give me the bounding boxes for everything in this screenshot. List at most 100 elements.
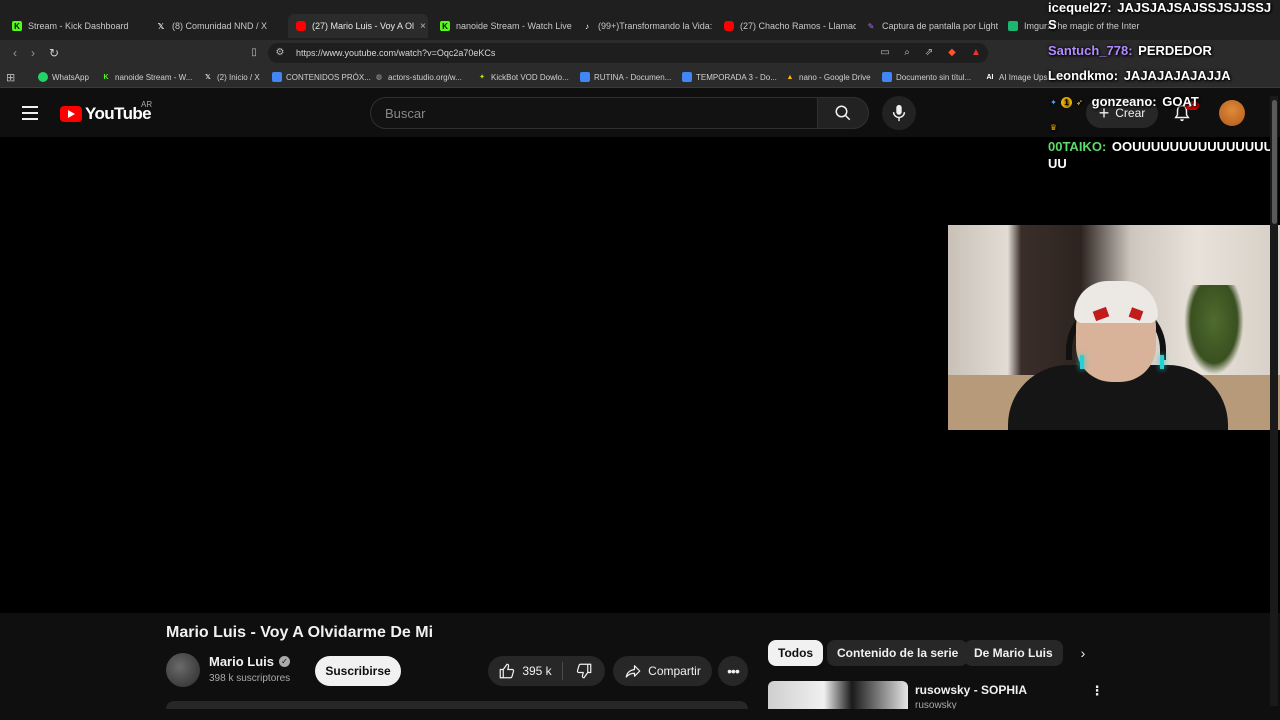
browser-tab[interactable]: K nanoide Stream - Watch Live o [432, 14, 572, 38]
account-avatar[interactable] [1219, 100, 1245, 126]
scrollbar-thumb[interactable] [1272, 100, 1277, 224]
subscriber-count: 398 k suscriptores [209, 673, 291, 684]
forward-icon[interactable]: › [26, 46, 40, 60]
tiktok-icon: ♪ [585, 21, 589, 31]
more-actions-button[interactable]: ••• [718, 656, 748, 686]
medal-badge-icon: 1 [1061, 97, 1072, 109]
like-button[interactable]: 395 k [488, 656, 562, 686]
browser-tab[interactable]: 𝕏 (8) Comunidad NND / X [148, 14, 286, 38]
menu-icon[interactable] [22, 106, 38, 120]
bookmark-item[interactable]: WhatsApp [38, 70, 89, 84]
bookmark-item[interactable]: 𝕏 (2) Inicio / X [203, 70, 260, 84]
imgur-icon [1008, 21, 1018, 31]
x-icon: 𝕏 [205, 74, 211, 81]
chat-username: Leondkmo [1048, 68, 1114, 83]
tab-label: nanoide Stream - Watch Live o [456, 21, 572, 31]
voice-search-button[interactable] [882, 96, 916, 130]
chip-from-channel[interactable]: De Mario Luis [964, 640, 1063, 666]
bottom-strip [0, 709, 1280, 720]
dislike-button[interactable] [563, 656, 605, 686]
bookmark-label: CONTENIDOS PRÓX... [286, 72, 371, 82]
recommendation-title[interactable]: rusowsky - SOPHIA [915, 683, 1027, 697]
recommendation-thumbnail[interactable] [768, 681, 908, 711]
browser-tab-active[interactable]: (27) Mario Luis - Voy A Ol × [288, 14, 428, 38]
channel-name-row[interactable]: Mario Luis ✓ [209, 654, 291, 669]
sword-badge-icon: ✦ [1050, 98, 1057, 108]
bookmark-item[interactable]: ◍ actors-studio.org/w... [374, 70, 462, 84]
browser-tab[interactable]: ♪ (99+)Transformando la Vida: R [574, 14, 712, 38]
share-page-icon[interactable]: ⇗ [923, 46, 935, 58]
browser-tab[interactable]: K Stream - Kick Dashboard [4, 14, 144, 38]
bookmark-icon[interactable]: ▯ [248, 46, 260, 58]
webcam-overlay [948, 225, 1280, 430]
zoom-icon[interactable]: ⌕ [901, 46, 913, 58]
bookmark-item[interactable]: K nanoide Stream - W... [101, 70, 192, 84]
browser-tab[interactable]: ✎ Captura de pantalla por Light [858, 14, 998, 38]
tab-label: (27) Mario Luis - Voy A Ol [312, 21, 415, 31]
description-box[interactable] [166, 701, 748, 709]
apps-icon[interactable]: ⊞ [6, 70, 15, 84]
bookmark-item[interactable]: ✦ KickBot VOD Dowlo... [477, 70, 569, 84]
browser-tab[interactable]: (27) Chacho Ramos - Llamada [716, 14, 856, 38]
like-count: 395 k [522, 664, 552, 678]
chat-message: S [1048, 17, 1057, 32]
more-horizontal-icon: ••• [727, 663, 740, 679]
chat-badges: ✦ 1 ➶ [1048, 97, 1085, 109]
youtube-play-icon [60, 106, 82, 122]
bookmark-item[interactable]: TEMPORADA 3 - Do... [682, 70, 777, 84]
x-icon: 𝕏 [157, 21, 165, 31]
chat-username: 00TAIKO [1048, 139, 1102, 154]
docs-icon [882, 72, 892, 82]
chat-text: GOAT [1162, 94, 1199, 109]
back-icon[interactable]: ‹ [8, 46, 22, 60]
share-icon [625, 665, 641, 678]
chip-series[interactable]: Contenido de la serie [827, 640, 969, 666]
bookmark-label: nano - Google Drive [799, 72, 871, 82]
bookmark-label: Documento sin títul... [896, 72, 972, 82]
youtube-icon [296, 21, 306, 31]
subscribe-button[interactable]: Suscribirse [315, 656, 401, 686]
site-info-icon[interactable]: ⚙ [274, 46, 286, 58]
region-code: AR [141, 100, 153, 109]
chat-username: gonzeano [1091, 94, 1153, 109]
lightshot-icon: ✎ [867, 21, 875, 31]
bookmark-item[interactable]: CONTENIDOS PRÓX... [272, 70, 371, 84]
microphone-icon [892, 104, 906, 122]
bookmark-label: (2) Inicio / X [217, 72, 260, 82]
docs-icon [682, 72, 692, 82]
docs-icon [272, 72, 282, 82]
url-text: https://www.youtube.com/watch?v=Oqc2a70e… [296, 48, 496, 58]
close-tab-icon[interactable]: × [420, 21, 426, 32]
share-button[interactable]: Compartir [613, 656, 712, 686]
brave-rewards-icon[interactable]: ▲ [970, 46, 982, 58]
chat-message: ✦ 1 ➶ gonzeano: GOAT [1048, 94, 1199, 109]
bookmark-item[interactable]: ▲ nano - Google Drive [785, 70, 871, 84]
chip-all[interactable]: Todos [768, 640, 824, 666]
chat-message: ♛ [1048, 118, 1059, 133]
search-button[interactable] [817, 97, 869, 129]
browser-tab[interactable]: Imgur: The magic of the Intern [1000, 14, 1140, 38]
bookmark-label: actors-studio.org/w... [388, 72, 462, 82]
crown-badge-icon: ♛ [1049, 123, 1058, 132]
kick-icon: K [103, 73, 109, 81]
bookmark-item[interactable]: Documento sin títul... [882, 70, 971, 84]
cast-icon[interactable]: ▭ [879, 46, 891, 58]
bookmark-item[interactable]: RUTINA - Documen... [580, 70, 671, 84]
bookmark-item[interactable]: AI AI Image Ups [985, 70, 1048, 84]
more-vertical-icon[interactable]: ⋮ [1090, 683, 1104, 699]
reload-icon[interactable]: ↻ [47, 46, 61, 60]
youtube-logo[interactable]: YouTube [60, 104, 152, 124]
bookmark-label: WhatsApp [52, 72, 89, 82]
chat-text: S [1048, 17, 1057, 32]
chevron-right-icon[interactable]: › [1072, 642, 1094, 664]
bookmark-label: AI Image Ups [999, 72, 1048, 82]
recommendation-channel[interactable]: rusowsky [915, 700, 957, 709]
channel-avatar[interactable] [166, 653, 200, 687]
whatsapp-icon [38, 72, 48, 82]
brave-shield-icon[interactable]: ◆ [946, 46, 958, 58]
search-input[interactable]: Buscar [370, 97, 818, 129]
share-label: Compartir [648, 664, 701, 678]
kick-icon: K [12, 21, 22, 31]
chat-message: Santuch_778: PERDEDOR [1048, 43, 1212, 58]
bookmark-label: RUTINA - Documen... [594, 72, 672, 82]
